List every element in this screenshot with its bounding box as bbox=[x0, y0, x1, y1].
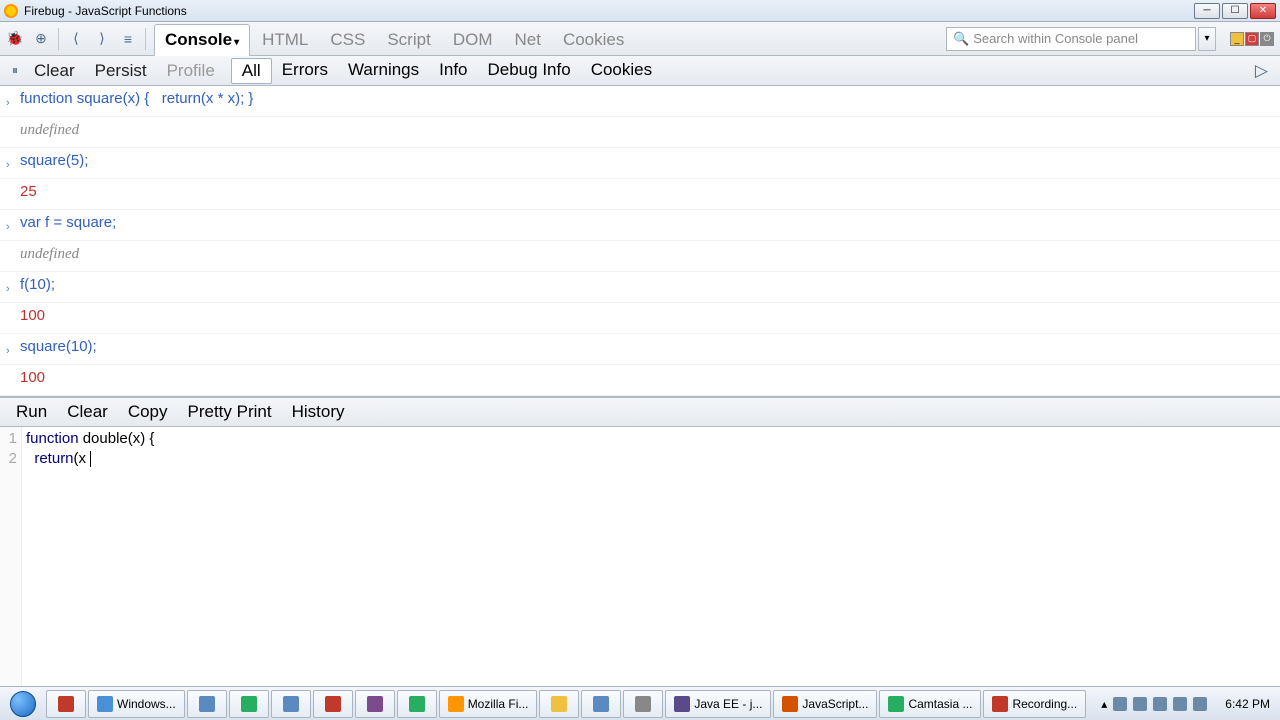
taskbar-item[interactable] bbox=[581, 690, 621, 718]
console-log: ›function square(x) { return(x * x); }›u… bbox=[0, 86, 1280, 397]
taskbar-item[interactable]: Java EE - j... bbox=[665, 690, 771, 718]
maximize-button[interactable]: ☐ bbox=[1222, 3, 1248, 19]
tab-console[interactable]: Console▾ bbox=[154, 24, 250, 56]
taskbar-item[interactable]: JavaScript... bbox=[773, 690, 877, 718]
search-input[interactable]: 🔍 Search within Console panel bbox=[946, 27, 1196, 51]
taskbar-item[interactable] bbox=[355, 690, 395, 718]
editor-toolbar: RunClearCopyPretty PrintHistory bbox=[0, 397, 1280, 427]
search-icon: 🔍 bbox=[953, 31, 969, 47]
persist-button[interactable]: Persist bbox=[85, 59, 157, 83]
taskbar-item[interactable]: Windows... bbox=[88, 690, 185, 718]
panel-toolbar: 🐞 ⊕ ⟨ ⟩ ≡ Console▾HTMLCSSScriptDOMNetCoo… bbox=[0, 22, 1280, 56]
pretty-print-button[interactable]: Pretty Print bbox=[178, 400, 282, 424]
console-output-row: ›100 bbox=[0, 365, 1280, 396]
back-icon[interactable]: ⟨ bbox=[67, 30, 85, 48]
taskbar-item[interactable] bbox=[187, 690, 227, 718]
filter-warnings[interactable]: Warnings bbox=[338, 58, 429, 84]
tray-icon[interactable] bbox=[1153, 697, 1167, 711]
taskbar-item[interactable] bbox=[313, 690, 353, 718]
firefox-icon bbox=[4, 4, 18, 18]
firebug-icon[interactable]: 🐞 bbox=[6, 30, 24, 48]
console-output-row: ›100 bbox=[0, 303, 1280, 334]
console-command-row: ›var f = square; bbox=[0, 210, 1280, 241]
filter-info[interactable]: Info bbox=[429, 58, 477, 84]
clear-button[interactable]: Clear bbox=[57, 400, 118, 424]
taskbar-item[interactable] bbox=[539, 690, 579, 718]
tab-html[interactable]: HTML bbox=[252, 25, 318, 55]
filter-all[interactable]: All bbox=[231, 58, 272, 84]
forward-icon[interactable]: ⟩ bbox=[93, 30, 111, 48]
minimize-button[interactable]: ─ bbox=[1194, 3, 1220, 19]
taskbar-item[interactable] bbox=[229, 690, 269, 718]
panel-minimize-button[interactable]: _ bbox=[1230, 32, 1244, 46]
close-button[interactable]: ✕ bbox=[1250, 3, 1276, 19]
code-editor[interactable]: 12 function double(x) { return(x bbox=[0, 427, 1280, 686]
tab-script[interactable]: Script bbox=[377, 25, 440, 55]
titlebar: Firebug - JavaScript Functions ─ ☐ ✕ bbox=[0, 0, 1280, 22]
run-button[interactable]: Run bbox=[6, 400, 57, 424]
code-area[interactable]: function double(x) { return(x bbox=[22, 427, 1280, 686]
filter-cookies[interactable]: Cookies bbox=[581, 58, 662, 84]
tray-icon[interactable] bbox=[1173, 697, 1187, 711]
break-icon[interactable]: ⏸ bbox=[6, 62, 24, 80]
start-button[interactable] bbox=[2, 689, 44, 719]
history-button[interactable]: History bbox=[282, 400, 355, 424]
taskbar-item[interactable]: Mozilla Fi... bbox=[439, 690, 538, 718]
gutter: 12 bbox=[0, 427, 22, 686]
copy-button[interactable]: Copy bbox=[118, 400, 178, 424]
taskbar-item[interactable] bbox=[623, 690, 663, 718]
tray-icon[interactable] bbox=[1113, 697, 1127, 711]
system-tray[interactable]: ▴ bbox=[1093, 690, 1215, 718]
tab-cookies[interactable]: Cookies bbox=[553, 25, 634, 55]
console-command-row: ›f(10); bbox=[0, 272, 1280, 303]
panel-off-button[interactable]: ⏻ bbox=[1260, 32, 1274, 46]
tray-icon[interactable] bbox=[1193, 697, 1207, 711]
console-output-row: ›undefined bbox=[0, 117, 1280, 148]
window-title: Firebug - JavaScript Functions bbox=[24, 4, 1194, 18]
console-output-row: ›undefined bbox=[0, 241, 1280, 272]
tab-dom[interactable]: DOM bbox=[443, 25, 503, 55]
tab-css[interactable]: CSS bbox=[320, 25, 375, 55]
search-dropdown[interactable]: ▾ bbox=[1198, 27, 1216, 51]
taskbar-item[interactable] bbox=[397, 690, 437, 718]
list-icon[interactable]: ≡ bbox=[119, 30, 137, 48]
panel-popout-button[interactable]: ▢ bbox=[1245, 32, 1259, 46]
console-command-row: ›function square(x) { return(x * x); } bbox=[0, 86, 1280, 117]
expand-icon[interactable]: ▷ bbox=[1249, 59, 1274, 83]
taskbar-item[interactable] bbox=[46, 690, 86, 718]
tab-net[interactable]: Net bbox=[504, 25, 550, 55]
clear-button[interactable]: Clear bbox=[24, 59, 85, 83]
console-command-row: ›square(10); bbox=[0, 334, 1280, 365]
taskbar-item[interactable]: Camtasia ... bbox=[879, 690, 981, 718]
tray-chevron-icon[interactable]: ▴ bbox=[1101, 697, 1107, 711]
filter-errors[interactable]: Errors bbox=[272, 58, 338, 84]
console-output-row: ›25 bbox=[0, 179, 1280, 210]
tray-icon[interactable] bbox=[1133, 697, 1147, 711]
taskbar-item[interactable]: Recording... bbox=[983, 690, 1086, 718]
taskbar-item[interactable] bbox=[271, 690, 311, 718]
search-placeholder: Search within Console panel bbox=[973, 31, 1138, 46]
inspect-icon[interactable]: ⊕ bbox=[32, 30, 50, 48]
filter-debug-info[interactable]: Debug Info bbox=[478, 58, 581, 84]
console-toolbar: ⏸ Clear Persist Profile AllErrorsWarning… bbox=[0, 56, 1280, 86]
taskbar: Windows... Mozilla Fi... Java EE - j...Jav… bbox=[0, 686, 1280, 720]
clock[interactable]: 6:42 PM bbox=[1217, 697, 1278, 711]
profile-button[interactable]: Profile bbox=[157, 59, 225, 83]
console-command-row: ›square(5); bbox=[0, 148, 1280, 179]
